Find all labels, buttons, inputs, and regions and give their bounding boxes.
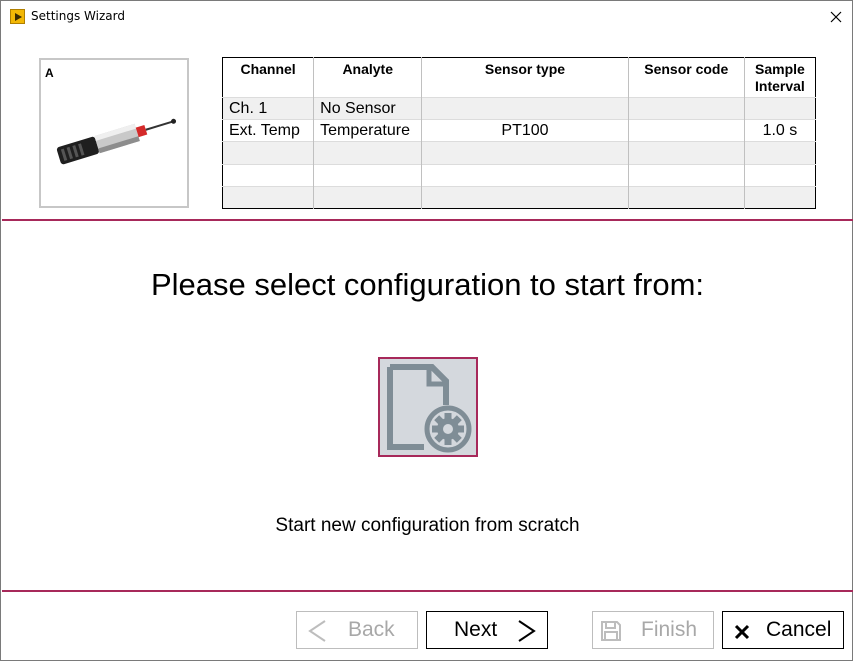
cell-sample-interval	[744, 185, 816, 209]
channel-table: Channel Analyte Sensor type Sensor code …	[222, 57, 816, 209]
cancel-button[interactable]: Cancel	[722, 611, 844, 649]
cell-channel	[222, 141, 315, 165]
column-header-channel: Channel	[222, 57, 315, 98]
close-button[interactable]	[820, 1, 852, 32]
document-gear-icon	[387, 364, 472, 453]
chevron-left-icon	[308, 620, 326, 642]
cell-sample-interval	[744, 141, 816, 165]
back-button[interactable]: Back	[296, 611, 418, 649]
save-disk-icon	[601, 621, 621, 641]
column-header-analyte: Analyte	[313, 57, 423, 98]
table-header-row: Channel Analyte Sensor type Sensor code …	[222, 57, 816, 98]
cell-sensor-code	[628, 185, 745, 209]
config-prompt: Please select configuration to start fro…	[150, 267, 705, 302]
cell-sensor-type	[421, 185, 629, 209]
close-icon	[830, 11, 842, 22]
cancel-button-label: Cancel	[766, 618, 832, 641]
title-bar: Settings Wizard	[1, 1, 852, 32]
next-button[interactable]: Next	[426, 611, 548, 649]
cell-channel	[222, 185, 315, 209]
window-title: Settings Wizard	[31, 9, 125, 23]
cell-analyte: No Sensor	[313, 96, 423, 120]
sensor-image-panel: A	[39, 58, 189, 208]
cell-analyte: Temperature	[313, 119, 423, 142]
cell-sensor-type: PT100	[421, 119, 629, 142]
next-button-label: Next	[454, 618, 498, 641]
labview-app-icon	[10, 9, 25, 24]
cell-sensor-type	[421, 141, 629, 165]
cell-sensor-code	[628, 163, 745, 187]
table-row	[222, 185, 816, 209]
bottom-divider	[2, 590, 853, 592]
cell-sample-interval: 1.0 s	[744, 119, 816, 142]
cell-sample-interval	[744, 163, 816, 187]
cell-sensor-type	[421, 96, 629, 120]
column-header-sensor-type: Sensor type	[421, 57, 629, 98]
cell-channel: Ch. 1	[222, 96, 315, 120]
finish-button[interactable]: Finish	[592, 611, 714, 649]
table-row	[222, 141, 816, 165]
settings-wizard-window: Settings Wizard A Channel Analyte Sensor…	[0, 0, 853, 661]
top-divider	[2, 219, 853, 221]
sensor-probe-image	[56, 118, 177, 165]
column-header-sensor-code: Sensor code	[628, 57, 745, 98]
cell-sample-interval	[744, 96, 816, 120]
back-button-label: Back	[348, 618, 395, 641]
sensor-panel-label: A	[45, 66, 54, 80]
finish-button-label: Finish	[641, 618, 698, 641]
table-row[interactable]: Ch. 1 No Sensor	[222, 96, 816, 120]
cell-sensor-type	[421, 163, 629, 187]
new-config-caption: Start new configuration from scratch	[275, 515, 580, 536]
cell-analyte	[313, 163, 423, 187]
cell-sensor-code	[628, 119, 745, 142]
column-header-sample-interval: Sample Interval	[744, 57, 816, 98]
x-icon	[734, 624, 750, 640]
cell-sensor-code	[628, 96, 745, 120]
cell-channel: Ext. Temp	[222, 119, 315, 142]
new-config-option-button[interactable]	[378, 357, 478, 457]
table-row[interactable]: Ext. Temp Temperature PT100 1.0 s	[222, 119, 816, 142]
cell-sensor-code	[628, 141, 745, 165]
cell-analyte	[313, 141, 423, 165]
cell-channel	[222, 163, 315, 187]
chevron-right-icon	[518, 620, 536, 642]
table-row	[222, 163, 816, 187]
cell-analyte	[313, 185, 423, 209]
